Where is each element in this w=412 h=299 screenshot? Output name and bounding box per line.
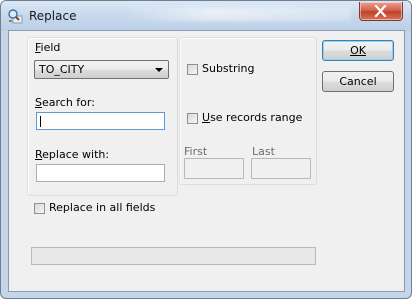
search-for-label: Search for:: [35, 96, 95, 109]
last-label: Last: [252, 145, 275, 158]
records-range-checkbox[interactable]: [187, 113, 198, 124]
cancel-button[interactable]: Cancel: [322, 71, 394, 92]
window-title: Replace: [29, 9, 77, 23]
title-bar-background-blur: [121, 7, 351, 21]
replace-all-label: Replace in all fields: [49, 201, 156, 214]
chevron-down-icon: [155, 68, 163, 72]
records-range-label: Use records range: [202, 111, 303, 124]
substring-label: Substring: [202, 62, 255, 75]
replace-dialog: Replace Field TO_CITY Search for: Replac…: [0, 0, 412, 299]
replace-with-label: Replace with:: [35, 148, 110, 161]
ok-button[interactable]: OK: [322, 40, 394, 61]
substring-checkbox[interactable]: [187, 64, 198, 75]
field-select-value: TO_CITY: [39, 63, 85, 76]
close-button[interactable]: [359, 2, 403, 21]
ok-button-label: OK: [350, 44, 366, 57]
dialog-body: Field TO_CITY Search for: Replace with: …: [8, 30, 405, 292]
search-input[interactable]: [36, 112, 165, 130]
replace-input[interactable]: [36, 164, 165, 182]
field-label: Field: [35, 41, 61, 54]
first-input[interactable]: [184, 158, 244, 179]
replace-all-checkbox[interactable]: [34, 203, 45, 214]
text-caret: [40, 116, 41, 127]
field-select[interactable]: TO_CITY: [34, 60, 169, 79]
field-group: Field TO_CITY Search for: Replace with:: [27, 37, 178, 196]
close-icon: [374, 5, 387, 17]
cancel-button-label: Cancel: [339, 75, 377, 88]
options-group: Substring Use records range First Last: [179, 37, 317, 185]
search-replace-icon: [8, 9, 23, 24]
status-bar: [31, 247, 316, 265]
first-label: First: [184, 145, 208, 158]
last-input[interactable]: [251, 158, 311, 179]
title-bar[interactable]: Replace: [1, 1, 411, 31]
